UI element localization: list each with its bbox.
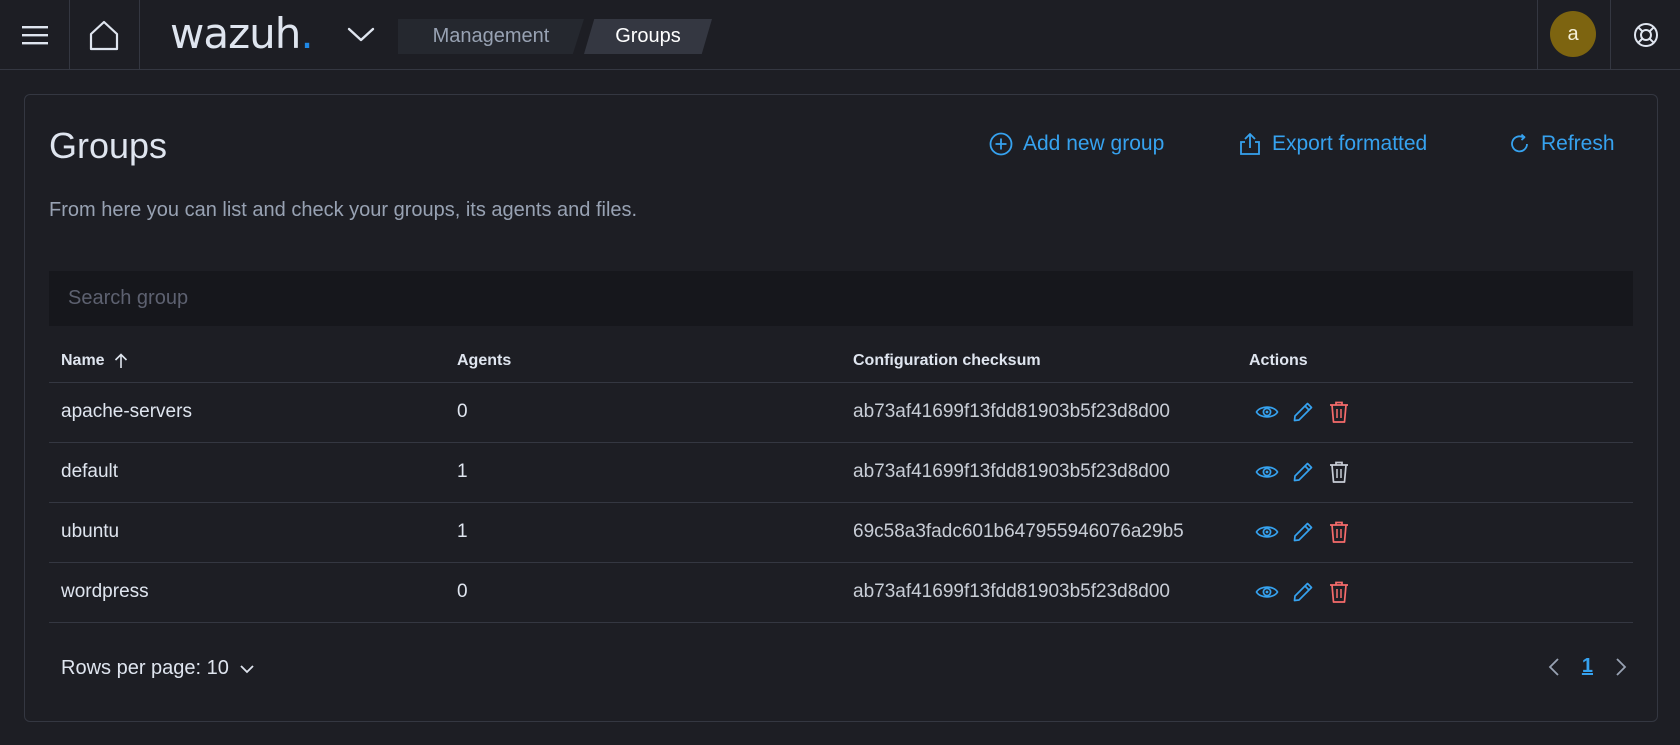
export-formatted-label: Export formatted: [1272, 132, 1428, 155]
view-eye-icon[interactable]: [1255, 520, 1279, 544]
user-avatar[interactable]: a: [1550, 11, 1596, 57]
header-divider: [1537, 0, 1538, 69]
header-divider: [1610, 0, 1611, 69]
delete-trash-icon[interactable]: [1327, 400, 1351, 424]
group-name-cell[interactable]: ubuntu: [49, 502, 445, 563]
sort-ascending-icon: [114, 353, 127, 368]
table-header-row: Name Agents Configuration checksum Actio…: [49, 340, 1633, 383]
wazuh-logo[interactable]: wazuh.: [170, 8, 314, 58]
export-icon: [1240, 133, 1260, 155]
next-page-icon[interactable]: [1615, 657, 1627, 677]
agents-count-cell: 1: [445, 442, 841, 503]
delete-trash-icon[interactable]: [1327, 520, 1351, 544]
edit-pencil-icon[interactable]: [1291, 460, 1315, 484]
agents-count-cell: 0: [445, 562, 841, 623]
table-row[interactable]: ubuntu 1 69c58a3fadc601b647955946076a29b5: [49, 502, 1633, 563]
actions-cell: [1237, 442, 1633, 503]
agents-count-cell: 1: [445, 502, 841, 563]
actions-cell: [1237, 382, 1633, 443]
groups-table: Name Agents Configuration checksum Actio…: [49, 340, 1633, 623]
table-row[interactable]: apache-servers 0 ab73af41699f13fdd81903b5f…: [49, 382, 1633, 443]
rows-per-page-button[interactable]: Rows per page: 10: [61, 657, 255, 680]
menu-icon[interactable]: [14, 0, 56, 69]
delete-trash-icon[interactable]: [1327, 580, 1351, 604]
top-header: wazuh. Management Groups a: [0, 0, 1680, 70]
column-name-label: Name: [61, 351, 105, 369]
group-name-cell[interactable]: wordpress: [49, 562, 445, 623]
column-header-agents[interactable]: Agents: [445, 340, 841, 383]
pagination: 1: [1548, 655, 1627, 678]
actions-cell: [1237, 562, 1633, 623]
chevron-down-icon: [240, 664, 254, 673]
delete-trash-icon: [1327, 460, 1351, 484]
edit-pencil-icon[interactable]: [1291, 520, 1315, 544]
page-description: From here you can list and check your gr…: [49, 199, 638, 221]
header-divider: [69, 0, 70, 69]
agents-count-cell: 0: [445, 382, 841, 443]
breadcrumb-management[interactable]: Management: [398, 19, 584, 54]
rows-per-page-label: Rows per page: 10: [61, 657, 229, 679]
actions-cell: [1237, 502, 1633, 563]
checksum-cell: ab73af41699f13fdd81903b5f23d8d00: [841, 442, 1237, 503]
table-row[interactable]: wordpress 0 ab73af41699f13fdd81903b5f23d8d…: [49, 562, 1633, 623]
breadcrumb-groups: Groups: [584, 19, 712, 54]
table-row[interactable]: default 1 ab73af41699f13fdd81903b5f23d8d00: [49, 442, 1633, 503]
groups-panel: Groups Add new group Export formatted Re…: [24, 94, 1658, 722]
edit-pencil-icon[interactable]: [1291, 580, 1315, 604]
header-divider: [139, 0, 140, 69]
logo-text: wazuh: [170, 8, 301, 58]
add-new-group-label: Add new group: [1023, 132, 1165, 155]
home-icon[interactable]: [84, 0, 124, 69]
previous-page-icon[interactable]: [1548, 657, 1560, 677]
refresh-icon: [1511, 133, 1528, 153]
column-header-name[interactable]: Name: [49, 340, 445, 383]
help-lifebuoy-icon[interactable]: [1628, 0, 1664, 69]
view-eye-icon[interactable]: [1255, 580, 1279, 604]
plus-circle-icon: [989, 132, 1013, 156]
checksum-cell: ab73af41699f13fdd81903b5f23d8d00: [841, 382, 1237, 443]
edit-pencil-icon[interactable]: [1291, 400, 1315, 424]
chevron-down-icon[interactable]: [344, 0, 378, 69]
group-name-cell[interactable]: apache-servers: [49, 382, 445, 443]
group-name-cell[interactable]: default: [49, 442, 445, 503]
refresh-button[interactable]: Refresh: [1509, 129, 1615, 159]
checksum-cell: ab73af41699f13fdd81903b5f23d8d00: [841, 562, 1237, 623]
add-new-group-button[interactable]: Add new group: [989, 129, 1164, 159]
view-eye-icon[interactable]: [1255, 460, 1279, 484]
page-title: Groups: [49, 125, 168, 166]
logo-dot: .: [300, 8, 313, 58]
page-number-current[interactable]: 1: [1582, 655, 1593, 678]
export-formatted-button[interactable]: Export formatted: [1238, 129, 1427, 159]
search-group-input[interactable]: [49, 271, 1633, 327]
view-eye-icon[interactable]: [1255, 400, 1279, 424]
column-header-actions: Actions: [1237, 340, 1633, 383]
refresh-label: Refresh: [1541, 132, 1615, 155]
checksum-cell: 69c58a3fadc601b647955946076a29b5: [841, 502, 1237, 563]
column-header-checksum[interactable]: Configuration checksum: [841, 340, 1237, 383]
